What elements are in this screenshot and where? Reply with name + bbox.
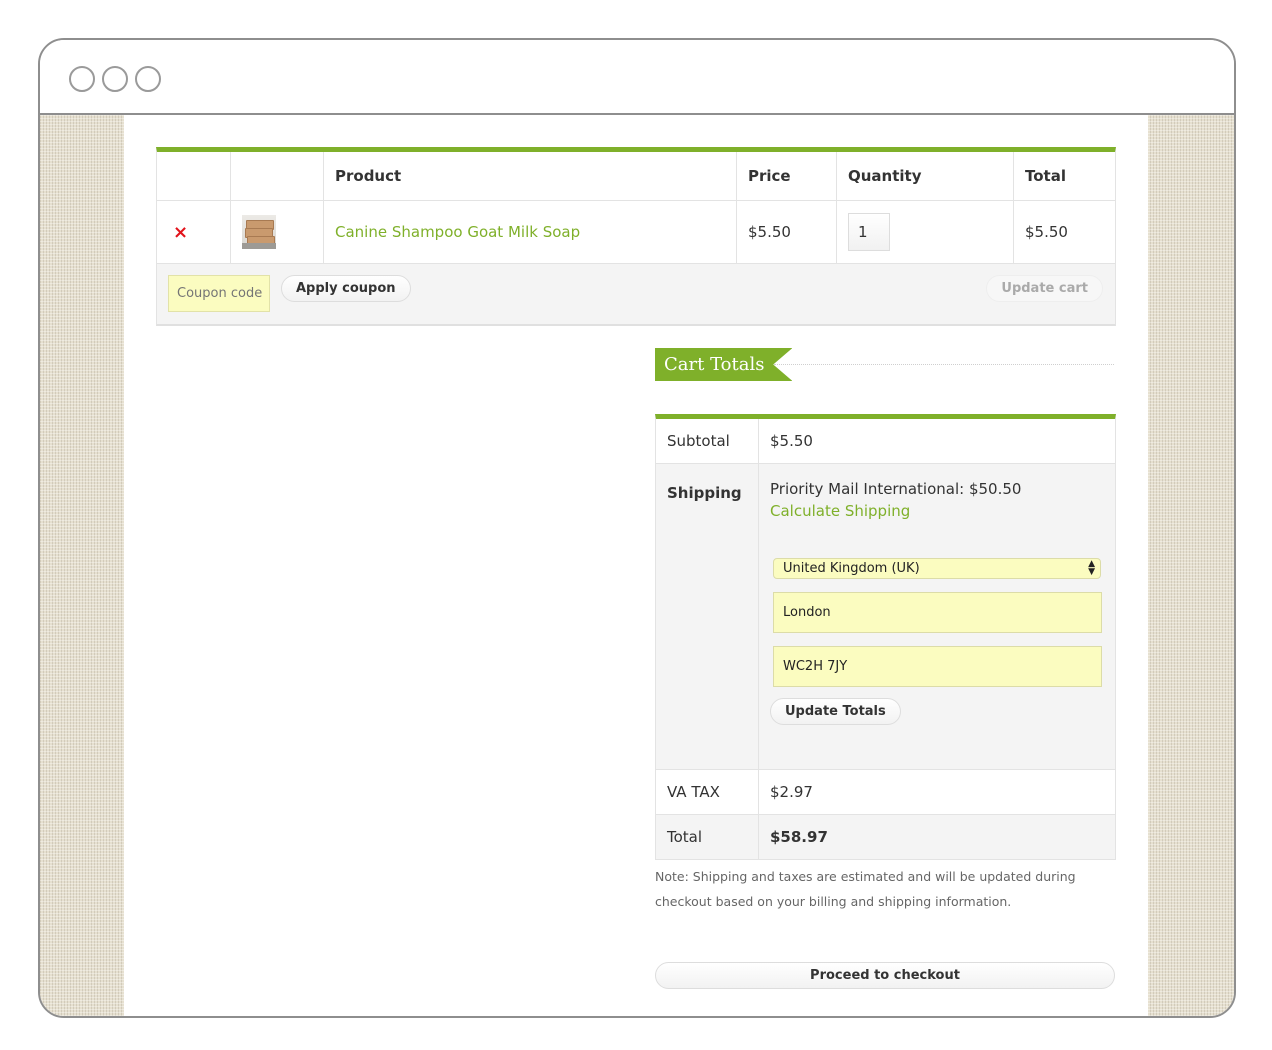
maximize-window-button[interactable] bbox=[135, 66, 161, 92]
order-total-value: $58.97 bbox=[770, 828, 828, 846]
header-total: Total bbox=[1025, 167, 1066, 185]
cart-totals-table: Subtotal $5.50 Shipping Priority Mail In… bbox=[655, 414, 1116, 860]
tax-label: VA TAX bbox=[656, 770, 759, 814]
tax-value: $2.97 bbox=[770, 783, 813, 801]
product-thumbnail[interactable] bbox=[242, 215, 276, 249]
minimize-window-button[interactable] bbox=[102, 66, 128, 92]
country-select-value: United Kingdom (UK) bbox=[783, 561, 920, 576]
product-name-link[interactable]: Canine Shampoo Goat Milk Soap bbox=[335, 223, 580, 241]
header-quantity: Quantity bbox=[837, 152, 1014, 200]
subtotal-value: $5.50 bbox=[770, 432, 813, 450]
cart-table-header: Product Price Quantity Total bbox=[157, 152, 1115, 201]
proceed-to-checkout-button[interactable]: Proceed to checkout bbox=[655, 962, 1115, 989]
order-total-row: Total $58.97 bbox=[656, 815, 1115, 860]
postcode-input[interactable] bbox=[773, 646, 1102, 687]
quantity-input[interactable] bbox=[848, 213, 890, 251]
update-cart-button[interactable]: Update cart bbox=[986, 275, 1103, 302]
title-bar bbox=[40, 40, 1234, 115]
shipping-row: Shipping Priority Mail International: $5… bbox=[656, 464, 1115, 770]
apply-coupon-button[interactable]: Apply coupon bbox=[281, 275, 411, 302]
cart-table: Product Price Quantity Total × Canine Sh… bbox=[156, 147, 1116, 326]
subtotal-label: Subtotal bbox=[656, 419, 759, 463]
city-input[interactable] bbox=[773, 592, 1102, 633]
heading-divider bbox=[774, 364, 1114, 365]
shipping-label: Shipping bbox=[656, 464, 759, 769]
cart-actions: Apply coupon Update cart bbox=[157, 264, 1115, 324]
table-row: × Canine Shampoo Goat Milk Soap $5.50 1 … bbox=[157, 201, 1115, 264]
close-window-button[interactable] bbox=[69, 66, 95, 92]
order-total-label: Total bbox=[656, 815, 759, 859]
page-background: Product Price Quantity Total × Canine Sh… bbox=[40, 115, 1234, 1016]
tax-row: VA TAX $2.97 bbox=[656, 770, 1115, 815]
update-totals-button[interactable]: Update Totals bbox=[770, 698, 901, 725]
shipping-method: Priority Mail International: $50.50 bbox=[770, 480, 1022, 498]
coupon-code-input[interactable] bbox=[168, 275, 270, 312]
calculate-shipping-link[interactable]: Calculate Shipping bbox=[770, 500, 910, 522]
select-arrows-icon: ▲ ▼ bbox=[1088, 559, 1095, 577]
item-total: $5.50 bbox=[1025, 223, 1068, 241]
header-remove bbox=[157, 152, 231, 200]
item-price: $5.50 bbox=[737, 201, 837, 263]
header-product: Product bbox=[324, 152, 737, 200]
header-thumbnail bbox=[231, 152, 324, 200]
subtotal-row: Subtotal $5.50 bbox=[656, 419, 1115, 464]
browser-window: Product Price Quantity Total × Canine Sh… bbox=[38, 38, 1236, 1018]
country-select[interactable]: United Kingdom (UK) ▲ ▼ bbox=[773, 558, 1101, 579]
header-price: Price bbox=[737, 152, 837, 200]
cart-totals-heading: Cart Totals bbox=[655, 348, 793, 381]
page-content: Product Price Quantity Total × Canine Sh… bbox=[124, 115, 1148, 1016]
shipping-note: Note: Shipping and taxes are estimated a… bbox=[655, 869, 1076, 909]
remove-item-icon[interactable]: × bbox=[173, 222, 188, 243]
